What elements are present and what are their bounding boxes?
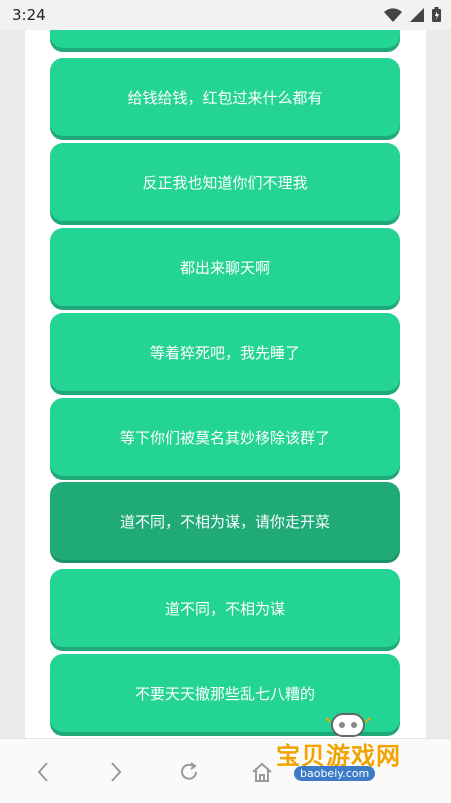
option-label: 不要天天撤那些乱七八糟的 [134, 684, 315, 703]
option-card[interactable]: 道不同，不相为谋 [50, 569, 400, 647]
status-icons [384, 7, 441, 22]
back-button[interactable] [28, 757, 58, 787]
option-card[interactable]: 等下你们被莫名其妙移除该群了 [50, 398, 400, 476]
option-label: 等着猝死吧，我先睡了 [149, 343, 300, 362]
status-time: 3:24 [12, 6, 46, 24]
forward-icon [111, 762, 122, 782]
option-label: 都出来聊天啊 [179, 258, 270, 277]
option-label: 道不同，不相为谋 [164, 599, 285, 618]
option-card-selected[interactable]: 道不同，不相为谋，请你走开菜 [50, 482, 400, 560]
battery-icon [432, 7, 441, 22]
option-card[interactable]: 等着猝死吧，我先睡了 [50, 313, 400, 391]
option-label: 反正我也知道你们不理我 [142, 173, 308, 192]
option-card[interactable]: 都出来聊天啊 [50, 228, 400, 306]
reload-icon [181, 762, 197, 780]
home-button[interactable] [247, 757, 277, 787]
watermark-logo: 宝贝游戏网 baobeiy.com [276, 708, 426, 788]
signal-icon [410, 7, 424, 22]
option-label: 给钱给钱，红包过来什么都有 [127, 88, 323, 107]
wifi-icon [384, 7, 402, 22]
option-card[interactable]: 反正我也知道你们不理我 [50, 143, 400, 221]
status-bar: 3:24 [0, 0, 451, 30]
back-icon [37, 762, 48, 782]
home-icon [252, 762, 272, 782]
option-card[interactable]: 给钱给钱，红包过来什么都有 [50, 58, 400, 136]
watermark-domain: baobeiy.com [294, 766, 376, 781]
reload-button[interactable] [174, 757, 204, 787]
option-label: 等下你们被莫名其妙移除该群了 [119, 428, 330, 447]
forward-button[interactable] [101, 757, 131, 787]
option-card-partial[interactable] [50, 30, 400, 48]
option-label: 道不同，不相为谋，请你走开菜 [119, 512, 330, 531]
option-list: 给钱给钱，红包过来什么都有 反正我也知道你们不理我 都出来聊天啊 等着猝死吧，我… [25, 30, 426, 738]
